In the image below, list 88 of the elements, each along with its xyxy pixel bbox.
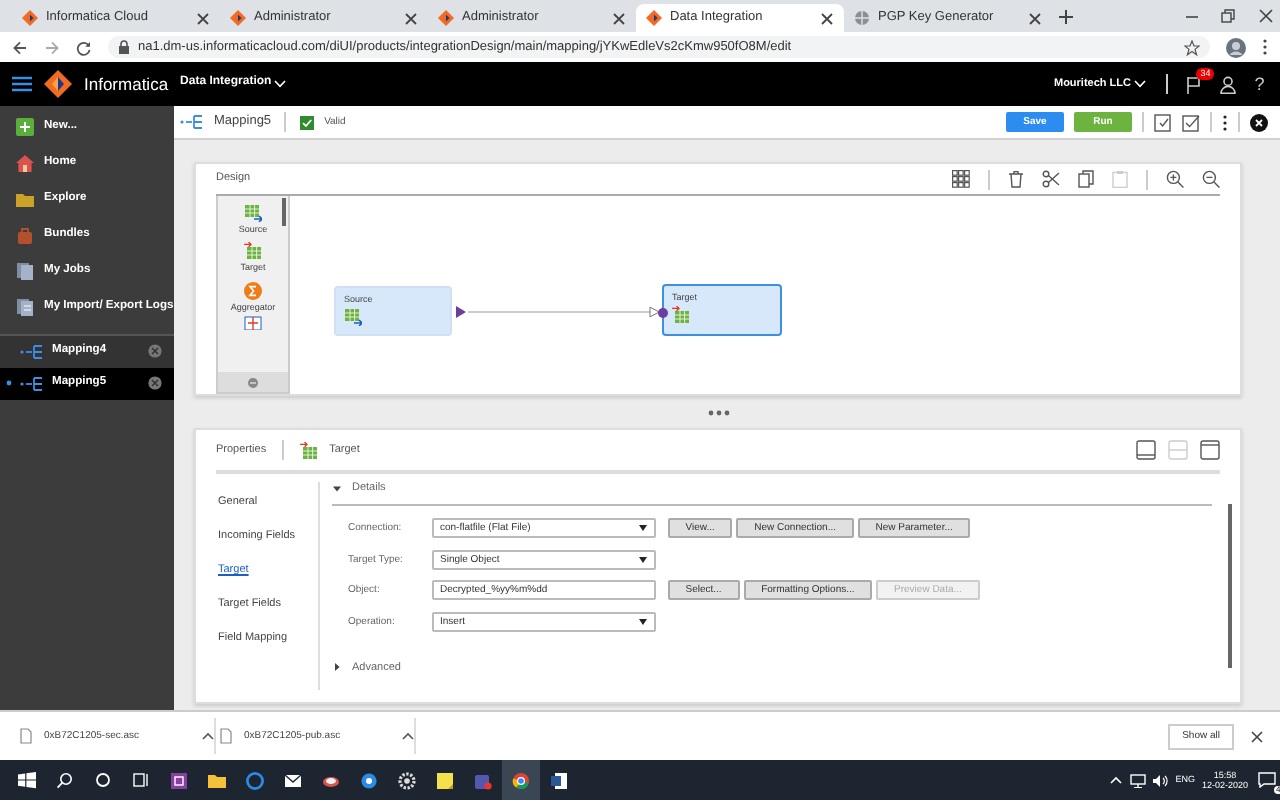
caret-icon	[1134, 80, 1147, 88]
back-icon[interactable]	[12, 39, 28, 55]
file-icon	[20, 728, 32, 744]
globe-icon[interactable]	[246, 771, 264, 789]
documents-icon	[16, 262, 34, 281]
grid-icon[interactable]	[952, 170, 970, 188]
caret-icon	[638, 617, 648, 626]
logo-icon	[230, 10, 246, 26]
lock-icon	[118, 40, 130, 54]
caret-icon	[274, 80, 287, 88]
compass-icon[interactable]	[360, 771, 378, 789]
file-icon	[220, 728, 232, 744]
close-icon[interactable]	[1250, 113, 1268, 131]
panel-bottom-icon[interactable]	[1136, 440, 1156, 460]
document-icon[interactable]	[550, 771, 568, 789]
caret-icon	[638, 524, 648, 533]
more-icon[interactable]	[1222, 113, 1228, 131]
zoom-in-icon[interactable]	[1166, 170, 1184, 188]
output-port-icon[interactable]	[456, 306, 466, 318]
speaker-icon[interactable]	[1152, 773, 1169, 787]
clipboard-icon[interactable]	[1112, 170, 1128, 188]
active-dot-icon	[6, 380, 12, 387]
brand-name: Informatica	[84, 73, 169, 95]
joiner-icon	[244, 315, 262, 330]
validate-icon[interactable]	[1154, 113, 1172, 131]
folder-icon	[16, 190, 34, 209]
checklist-icon[interactable]	[1182, 113, 1200, 131]
star-icon[interactable]	[1184, 39, 1200, 55]
mapping-icon	[20, 375, 44, 392]
plus-icon	[16, 118, 34, 137]
close-icon[interactable]	[1257, 8, 1273, 24]
sigma-icon	[244, 281, 262, 300]
notification-icon[interactable]	[1258, 772, 1277, 788]
bag-icon	[16, 226, 34, 245]
envelope-icon[interactable]	[284, 771, 302, 789]
splitter-handle[interactable]	[707, 409, 729, 415]
table-arrow-icon	[344, 308, 362, 327]
house-icon	[16, 154, 34, 173]
caret-up-icon	[402, 732, 414, 740]
table-arrow-icon	[299, 441, 318, 459]
mapping-icon	[180, 114, 204, 130]
caret-up-icon	[202, 732, 214, 740]
caret-icon	[638, 555, 648, 564]
collapse-icon[interactable]	[248, 377, 258, 387]
task-view-icon[interactable]	[132, 771, 150, 789]
logo-icon	[44, 70, 72, 98]
table-arrow-icon	[244, 204, 262, 222]
close-icon[interactable]	[196, 11, 210, 25]
close-icon[interactable]	[820, 11, 834, 25]
menu-icon[interactable]	[1262, 38, 1268, 56]
avatar-icon[interactable]	[1226, 37, 1246, 57]
gear-icon[interactable]	[398, 771, 416, 789]
close-icon[interactable]	[612, 11, 626, 25]
flag-icon[interactable]	[1186, 75, 1201, 93]
logo-icon	[438, 10, 454, 26]
sticky-note-icon[interactable]	[436, 771, 454, 789]
mapping-icon	[20, 343, 44, 360]
search-icon[interactable]	[56, 771, 74, 789]
close-icon[interactable]	[1028, 11, 1042, 25]
logo-icon	[646, 10, 662, 26]
caret-icon[interactable]	[332, 484, 342, 494]
table-arrow-icon	[672, 306, 690, 325]
zoom-out-icon[interactable]	[1202, 170, 1220, 188]
network-icon[interactable]	[1129, 773, 1146, 787]
caret-up-icon[interactable]	[1110, 776, 1123, 784]
close-icon[interactable]	[1250, 729, 1264, 743]
circle-icon[interactable]	[94, 771, 112, 789]
panel-top-icon[interactable]	[1200, 440, 1220, 460]
app-icon[interactable]	[170, 771, 188, 789]
input-port-icon[interactable]	[658, 307, 668, 317]
chrome-icon[interactable]	[512, 771, 530, 789]
table-arrow-icon	[244, 242, 262, 261]
scissors-icon[interactable]	[1042, 170, 1060, 188]
logo-icon	[22, 10, 38, 26]
scrollbar-thumb[interactable]	[282, 198, 286, 226]
help-link[interactable]: ?	[1254, 73, 1265, 95]
folder-icon[interactable]	[208, 771, 226, 789]
globe-icon	[854, 10, 870, 26]
trash-icon[interactable]	[1008, 170, 1024, 188]
restore-icon[interactable]	[1220, 8, 1236, 24]
reload-icon[interactable]	[76, 39, 92, 55]
close-icon[interactable]	[404, 11, 418, 25]
caret-icon[interactable]	[332, 662, 342, 673]
documents-icon	[16, 298, 34, 317]
windows-icon[interactable]	[18, 771, 36, 789]
user-icon[interactable]	[1219, 75, 1236, 93]
menu-icon[interactable]	[12, 76, 32, 92]
copy-icon[interactable]	[1078, 170, 1094, 188]
